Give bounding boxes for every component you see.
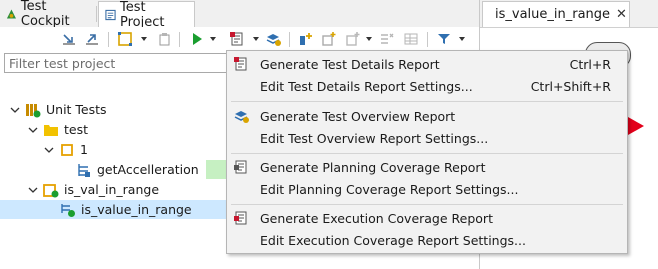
import-icon <box>63 34 75 45</box>
filter-button[interactable] <box>435 30 453 48</box>
tree-node-label: Unit Tests <box>46 102 107 117</box>
tree-node-label: test <box>64 122 89 137</box>
chevron-down-icon[interactable] <box>10 105 20 115</box>
tree-node-label: is_val_in_range <box>64 182 160 197</box>
run-icon <box>193 33 202 45</box>
menu-item-edit-execution-coverage[interactable]: Edit Execution Coverage Report Settings.… <box>227 229 627 251</box>
test-cockpit-icon <box>6 9 16 19</box>
test-details-report-icon <box>234 57 247 71</box>
chevron-down-icon[interactable] <box>28 125 38 135</box>
tab-separator <box>96 6 97 22</box>
tree-node-1[interactable]: 1 <box>44 140 88 159</box>
menu-item-edit-test-overview[interactable]: Edit Test Overview Report Settings... <box>227 127 627 149</box>
tab-is-value-in-range[interactable]: is_value_in_range ✕ <box>482 1 630 27</box>
menu-separator <box>231 204 623 205</box>
flow-arrow-icon <box>628 117 644 135</box>
chevron-down-icon[interactable] <box>28 185 38 195</box>
chevron-down-icon[interactable] <box>44 145 54 155</box>
export-icon <box>86 34 98 45</box>
add-step-icon <box>346 32 360 46</box>
add-step-button[interactable] <box>344 30 362 48</box>
toolbar-separator <box>108 32 109 47</box>
add-item-icon <box>300 33 312 45</box>
test-suite-icon <box>43 183 59 197</box>
menu-item-generate-test-details[interactable]: Generate Test Details Report Ctrl+R <box>227 53 627 75</box>
toolbar-separator <box>179 32 180 47</box>
tree-node-getaccelleration[interactable]: getAccelleration <box>76 160 199 179</box>
planning-coverage-report-icon <box>234 160 247 174</box>
list-button[interactable] <box>378 30 396 48</box>
add-block-button[interactable] <box>320 30 338 48</box>
tree-node-label: is_value_in_range <box>81 202 192 217</box>
tab-test-project-label: Test Project <box>120 0 165 30</box>
menu-item-edit-planning-coverage[interactable]: Edit Planning Coverage Report Settings..… <box>227 178 627 200</box>
chevron-down-icon[interactable] <box>366 37 372 41</box>
filter-icon <box>438 34 450 44</box>
report-dropdown-menu: Generate Test Details Report Ctrl+R Edit… <box>226 50 628 254</box>
menu-item-label: Generate Test Details Report <box>260 56 440 72</box>
import-button[interactable] <box>60 30 78 48</box>
report-button[interactable] <box>228 30 246 48</box>
menu-item-generate-planning-coverage[interactable]: Generate Planning Coverage Report <box>227 156 627 178</box>
stack-button[interactable] <box>264 30 282 48</box>
export-button[interactable] <box>83 30 101 48</box>
menu-item-label: Edit Test Overview Report Settings... <box>260 130 489 146</box>
menu-item-edit-test-details[interactable]: Edit Test Details Report Settings... Ctr… <box>227 75 627 97</box>
execution-coverage-report-icon <box>234 211 247 225</box>
menu-item-label: Generate Execution Coverage Report <box>260 210 493 226</box>
tree-node-unit-tests[interactable]: Unit Tests <box>10 100 107 119</box>
test-overview-report-icon <box>234 111 249 123</box>
menu-separator <box>231 153 623 154</box>
menu-item-shortcut: Ctrl+Shift+R <box>530 78 611 94</box>
test-case-icon <box>61 203 75 217</box>
toolbar-separator <box>427 32 428 47</box>
tree-node-test-folder[interactable]: test <box>28 120 88 139</box>
folder-icon <box>44 124 58 136</box>
menu-item-label: Generate Test Overview Report <box>260 108 456 124</box>
stack-icon <box>266 34 281 46</box>
right-tab-bar: is_value_in_range ✕ <box>480 0 658 28</box>
tab-test-project[interactable]: Test Project <box>98 0 195 30</box>
menu-separator <box>231 101 623 102</box>
tree-node-is-value-in-range[interactable]: is_value_in_range <box>60 200 192 219</box>
function-icon <box>78 163 90 177</box>
new-test-button[interactable] <box>116 30 134 48</box>
new-test-icon <box>118 32 132 46</box>
menu-item-generate-execution-coverage[interactable]: Generate Execution Coverage Report <box>227 207 627 229</box>
menu-item-label: Generate Planning Coverage Report <box>260 159 486 175</box>
menu-item-generate-test-overview[interactable]: Generate Test Overview Report <box>227 105 627 127</box>
table-button[interactable] <box>402 30 420 48</box>
tree-node-is-val-in-range[interactable]: is_val_in_range <box>28 180 159 199</box>
tab-test-cockpit[interactable]: Test Cockpit <box>0 0 98 29</box>
chevron-down-icon[interactable] <box>253 37 259 41</box>
coverage-cell <box>206 160 226 179</box>
chevron-down-icon[interactable] <box>210 37 216 41</box>
left-tab-bar: Test Cockpit Test Project <box>0 0 479 30</box>
tab-is-value-in-range-label: is_value_in_range <box>495 7 611 22</box>
add-block-icon <box>322 32 336 46</box>
test-item-icon <box>61 143 73 156</box>
paste-icon <box>159 33 170 46</box>
menu-item-label: Edit Execution Coverage Report Settings.… <box>260 232 526 248</box>
add-item-button[interactable] <box>297 30 315 48</box>
unit-tests-icon <box>26 103 41 117</box>
menu-item-shortcut: Ctrl+R <box>569 56 611 72</box>
tree-node-label: 1 <box>80 142 88 157</box>
paste-button[interactable] <box>155 30 173 48</box>
list-icon <box>381 33 394 44</box>
toolbar-separator <box>289 32 290 47</box>
test-project-icon <box>105 9 116 20</box>
toolbar <box>0 27 479 51</box>
tree-node-label: getAccelleration <box>97 162 199 177</box>
chevron-down-icon[interactable] <box>459 37 465 41</box>
report-icon <box>230 32 243 46</box>
run-button[interactable] <box>188 30 206 48</box>
chevron-down-icon[interactable] <box>141 37 147 41</box>
menu-item-label: Edit Test Details Report Settings... <box>260 78 473 94</box>
menu-item-label: Edit Planning Coverage Report Settings..… <box>260 181 519 197</box>
close-icon[interactable]: ✕ <box>616 7 627 22</box>
table-icon <box>404 33 418 45</box>
tab-test-cockpit-label: Test Cockpit <box>20 0 70 29</box>
